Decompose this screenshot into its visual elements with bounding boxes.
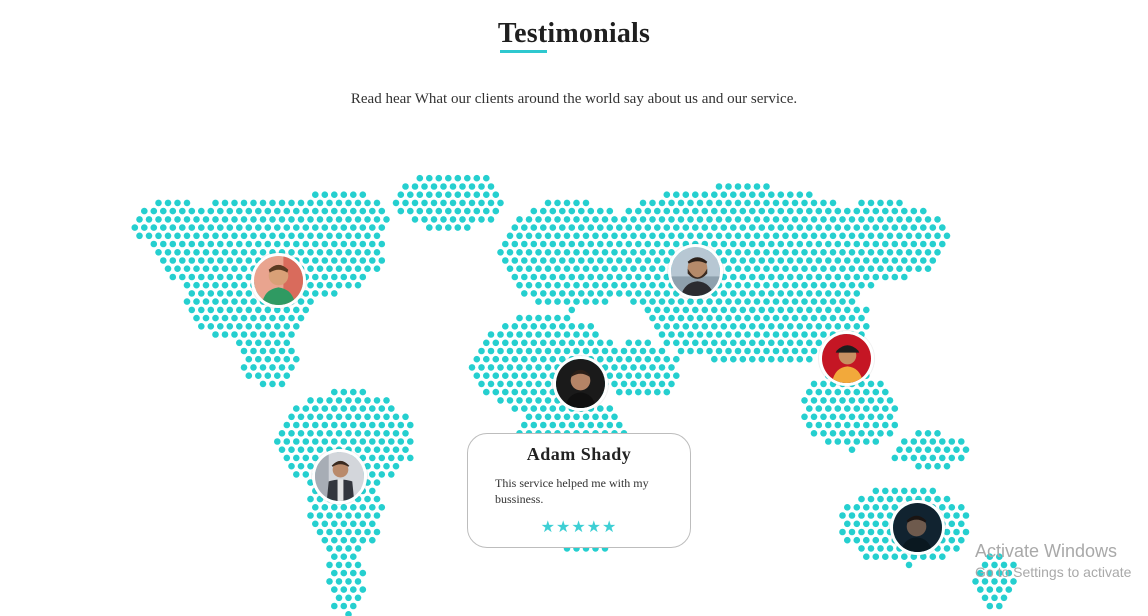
watermark-title: Activate Windows [975, 541, 1118, 561]
rating-stars-icon: ★★★★★ [540, 519, 618, 536]
person-avatar-icon [556, 359, 605, 408]
avatar-southeast-asia[interactable] [819, 331, 874, 386]
page-subtitle: Read hear What our clients around the wo… [350, 91, 798, 107]
avatar-africa-featured[interactable] [553, 356, 608, 411]
avatar-south-america[interactable] [312, 449, 367, 504]
avatar-asia[interactable] [668, 244, 723, 299]
testimonial-card: Adam Shady This service helped me with m… [467, 433, 691, 548]
testimonial-text: This service helped me with my bussiness… [495, 476, 649, 506]
avatar-north-america[interactable] [251, 253, 306, 308]
page-title: Testimonials [497, 18, 651, 49]
avatar-australia[interactable] [890, 500, 945, 555]
testimonial-name: Adam Shady [526, 444, 632, 464]
person-avatar-icon [315, 452, 364, 501]
person-avatar-icon [671, 247, 720, 296]
person-avatar-icon [822, 334, 871, 383]
title-underline [500, 50, 547, 53]
person-avatar-icon [893, 503, 942, 552]
person-avatar-icon [254, 256, 303, 305]
activation-watermark: Activate Windows Go to Settings to activ… [975, 541, 1131, 580]
watermark-subtitle: Go to Settings to activate [975, 564, 1132, 580]
